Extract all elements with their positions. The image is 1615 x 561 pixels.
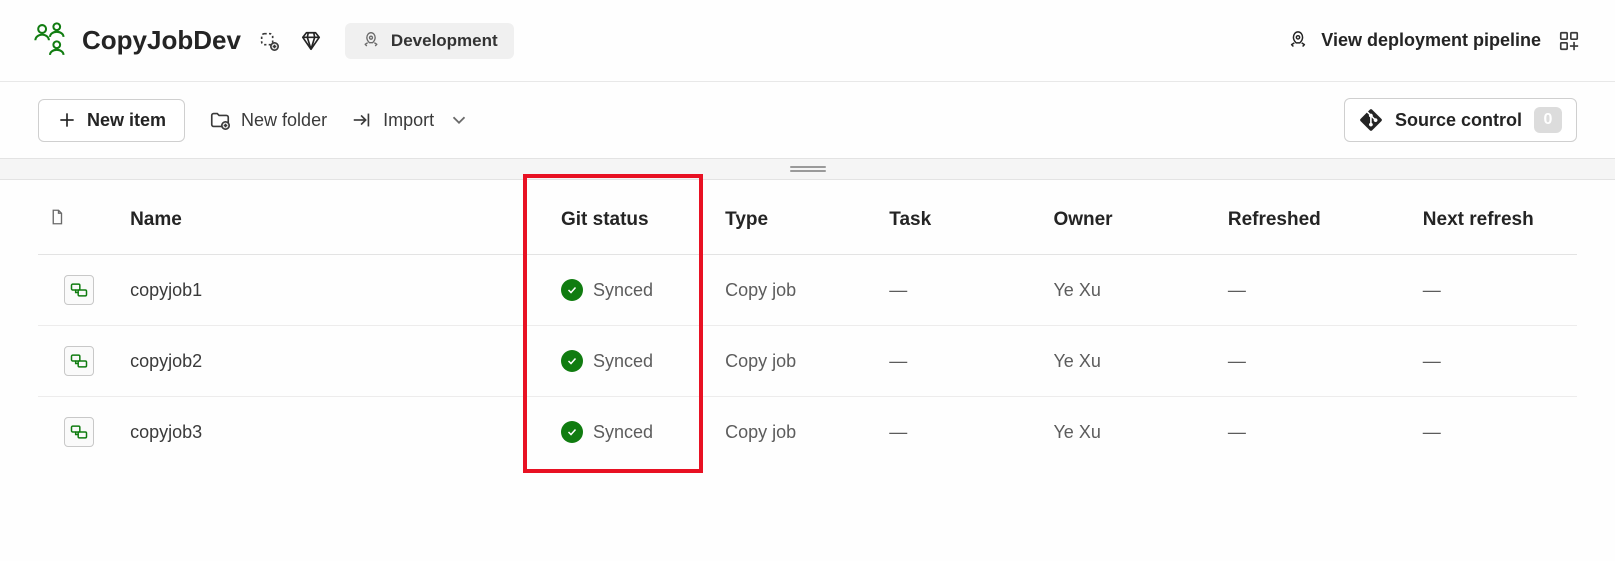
task-cell: — (879, 255, 1043, 326)
item-type-icon-cell (38, 255, 120, 326)
git-status-text: Synced (593, 422, 653, 443)
synced-check-icon (561, 350, 583, 372)
col-header-next-refresh[interactable]: Next refresh (1413, 180, 1577, 255)
header-right: View deployment pipeline (1287, 27, 1583, 55)
new-item-label: New item (87, 110, 166, 131)
source-control-count-badge: 0 (1534, 107, 1562, 133)
item-name-cell[interactable]: copyjob1 (120, 255, 551, 326)
copy-job-icon (64, 417, 94, 447)
git-status-text: Synced (593, 280, 653, 301)
source-control-label: Source control (1395, 110, 1522, 131)
table-row[interactable]: copyjob1 Synced Copy job — Ye Xu — — (38, 255, 1577, 326)
next-refresh-cell: — (1413, 255, 1577, 326)
col-header-name[interactable]: Name (120, 180, 551, 255)
col-header-git-status[interactable]: Git status (551, 180, 715, 255)
item-name-cell[interactable]: copyjob3 (120, 397, 551, 468)
view-pipeline-button[interactable]: View deployment pipeline (1287, 30, 1541, 52)
item-name-cell[interactable]: copyjob2 (120, 326, 551, 397)
source-control-button[interactable]: Source control 0 (1344, 98, 1577, 142)
git-icon (1359, 108, 1383, 132)
table-row[interactable]: copyjob3 Synced Copy job — Ye Xu — — (38, 397, 1577, 468)
view-pipeline-label: View deployment pipeline (1321, 30, 1541, 51)
import-label: Import (383, 110, 434, 131)
copy-job-icon (64, 275, 94, 305)
copy-job-icon (64, 346, 94, 376)
git-status-cell: Synced (551, 326, 715, 397)
create-task-flow-button[interactable] (255, 27, 283, 55)
col-header-refreshed[interactable]: Refreshed (1218, 180, 1413, 255)
item-table: Name Git status Type Task Owner Refreshe… (38, 180, 1577, 467)
file-icon (48, 212, 66, 233)
new-folder-label: New folder (241, 110, 327, 131)
table-row[interactable]: copyjob2 Synced Copy job — Ye Xu — — (38, 326, 1577, 397)
task-cell: — (879, 326, 1043, 397)
type-cell: Copy job (715, 255, 879, 326)
new-item-button[interactable]: New item (38, 99, 185, 142)
col-header-icon (38, 180, 120, 255)
deployment-stage-pill[interactable]: Development (345, 23, 514, 59)
synced-check-icon (561, 421, 583, 443)
git-status-cell: Synced (551, 397, 715, 468)
grip-icon (790, 166, 826, 172)
new-folder-button[interactable]: New folder (209, 109, 327, 131)
next-refresh-cell: — (1413, 397, 1577, 468)
col-header-type[interactable]: Type (715, 180, 879, 255)
item-table-wrap: Name Git status Type Task Owner Refreshe… (0, 180, 1615, 467)
workspace-header: CopyJobDev Development (0, 0, 1615, 82)
owner-cell: Ye Xu (1043, 326, 1217, 397)
type-cell: Copy job (715, 326, 879, 397)
toolbar: New item New folder Import Source contro… (0, 82, 1615, 158)
owner-cell: Ye Xu (1043, 397, 1217, 468)
type-cell: Copy job (715, 397, 879, 468)
premium-diamond-icon[interactable] (297, 27, 325, 55)
synced-check-icon (561, 279, 583, 301)
task-cell: — (879, 397, 1043, 468)
chevron-down-icon (448, 109, 470, 131)
table-header-row: Name Git status Type Task Owner Refreshe… (38, 180, 1577, 255)
stage-label: Development (391, 31, 498, 51)
refreshed-cell: — (1218, 397, 1413, 468)
header-left: CopyJobDev Development (32, 20, 1287, 61)
git-status-cell: Synced (551, 255, 715, 326)
col-header-owner[interactable]: Owner (1043, 180, 1217, 255)
git-status-text: Synced (593, 351, 653, 372)
item-type-icon-cell (38, 326, 120, 397)
resize-grip-bar[interactable] (0, 158, 1615, 180)
next-refresh-cell: — (1413, 326, 1577, 397)
workspace-icon (32, 20, 68, 61)
refreshed-cell: — (1218, 326, 1413, 397)
owner-cell: Ye Xu (1043, 255, 1217, 326)
refreshed-cell: — (1218, 255, 1413, 326)
col-header-task[interactable]: Task (879, 180, 1043, 255)
import-button[interactable]: Import (351, 109, 470, 131)
workspace-title: CopyJobDev (82, 25, 241, 56)
app-switcher-button[interactable] (1555, 27, 1583, 55)
item-type-icon-cell (38, 397, 120, 468)
